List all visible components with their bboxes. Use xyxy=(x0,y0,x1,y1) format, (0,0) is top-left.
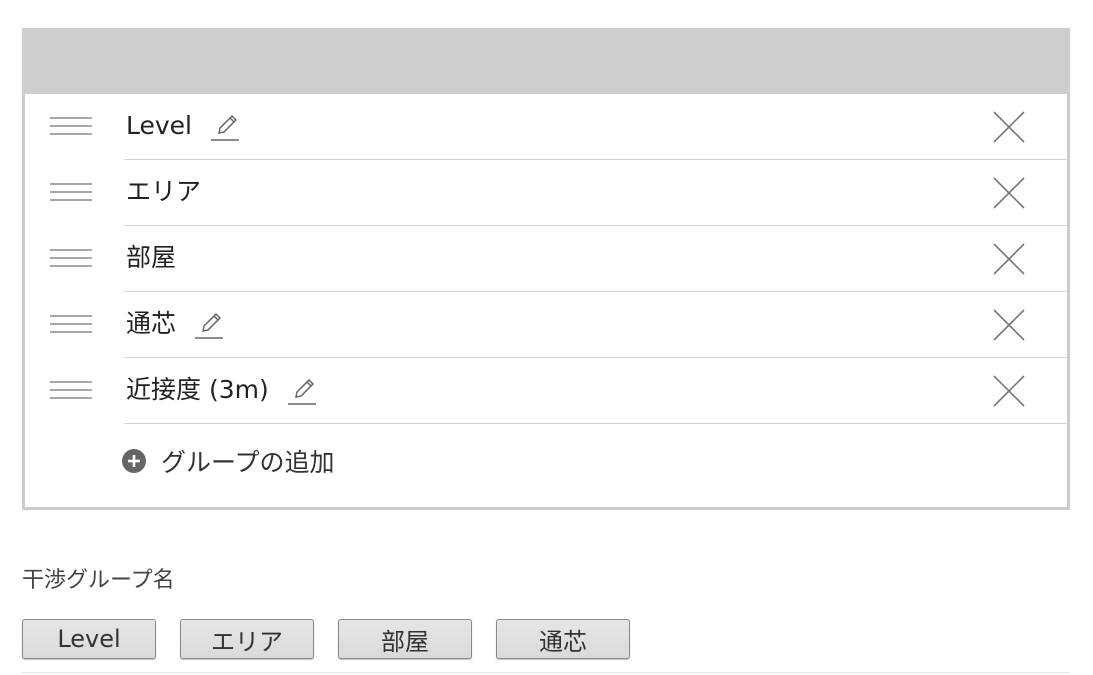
group-row-label: 近接度 (3m) xyxy=(126,358,317,422)
section-divider xyxy=(22,672,1070,673)
add-group-label: グループの追加 xyxy=(161,448,335,477)
drag-handle-icon[interactable] xyxy=(49,378,93,402)
pencil-icon[interactable] xyxy=(194,310,224,340)
group-row-label: 通芯 xyxy=(126,292,224,356)
remove-group-button[interactable] xyxy=(992,110,1026,144)
group-row-proximity: 近接度 (3m) xyxy=(25,358,1067,424)
group-row-grid: 通芯 xyxy=(25,292,1067,358)
drag-handle-icon[interactable] xyxy=(49,246,93,270)
plus-circle-icon xyxy=(121,448,147,474)
group-row-level: Level xyxy=(25,94,1067,160)
group-name: Level xyxy=(126,111,192,140)
group-list-panel: Level エリア 部屋 通芯 近接度 (3m) グループの追加 xyxy=(22,28,1070,510)
group-row-area: エリア xyxy=(25,160,1067,226)
group-list-header xyxy=(22,28,1070,94)
remove-group-button[interactable] xyxy=(992,242,1026,276)
remove-group-button[interactable] xyxy=(992,176,1026,210)
group-name: エリア xyxy=(126,177,202,206)
row-divider xyxy=(124,423,1067,424)
group-row-room: 部屋 xyxy=(25,226,1067,292)
interference-tag[interactable]: 通芯 xyxy=(496,619,630,659)
remove-group-button[interactable] xyxy=(992,308,1026,342)
drag-handle-icon[interactable] xyxy=(49,312,93,336)
interference-tag[interactable]: Level xyxy=(22,619,156,659)
pencil-icon[interactable] xyxy=(210,112,240,142)
group-row-label: エリア xyxy=(126,160,201,224)
remove-group-button[interactable] xyxy=(992,374,1026,408)
interference-tag[interactable]: エリア xyxy=(180,619,314,659)
group-row-label: 部屋 xyxy=(126,226,176,290)
group-row-label: Level xyxy=(126,94,240,158)
interference-group-title: 干渉グループ名 xyxy=(22,568,175,593)
interference-tag[interactable]: 部屋 xyxy=(338,619,472,659)
group-name: 部屋 xyxy=(126,243,177,272)
drag-handle-icon[interactable] xyxy=(49,114,93,138)
pencil-icon[interactable] xyxy=(287,376,317,406)
add-group-button[interactable]: グループの追加 xyxy=(121,429,335,493)
group-name: 通芯 xyxy=(126,309,177,338)
group-name: 近接度 (3m) xyxy=(126,375,269,404)
interference-tag-list: Level エリア 部屋 通芯 xyxy=(22,619,654,659)
drag-handle-icon[interactable] xyxy=(49,180,93,204)
